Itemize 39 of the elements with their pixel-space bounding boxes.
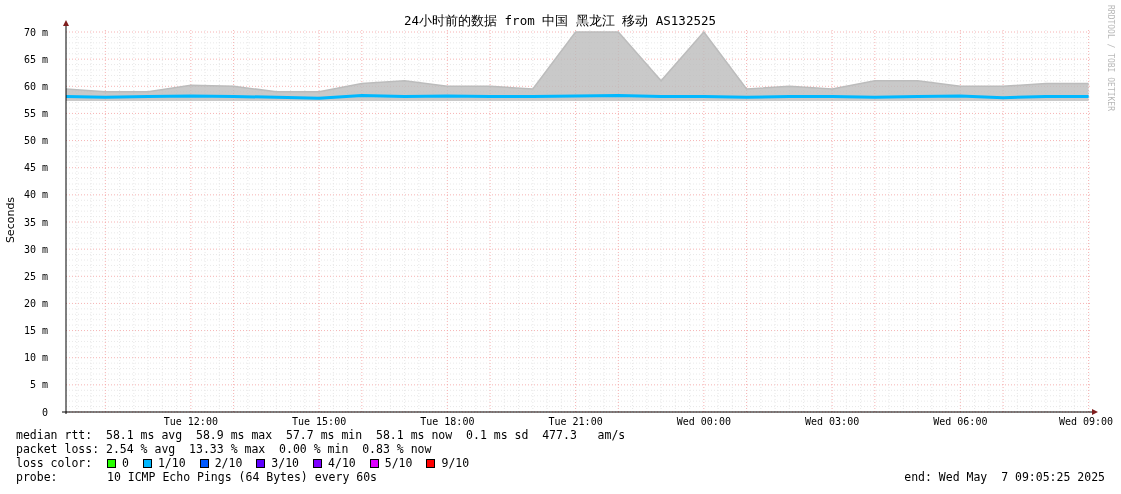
y-tick-label: 30 m [23, 243, 48, 255]
y-tick-label: 25 m [23, 270, 48, 282]
y-tick-label: 15 m [23, 325, 48, 337]
x-tick-label: Wed 06:00 [933, 416, 988, 427]
x-tick-label: Tue 12:00 [163, 416, 218, 427]
y-tick-label: 10 m [23, 352, 48, 364]
y-tick-label: 40 m [23, 189, 48, 201]
legend-entry: 1/10 [157, 456, 186, 470]
y-axis-label: Seconds [4, 196, 17, 244]
stats-line: median rtt: 58.1 ms avg 58.9 ms max 57.7 ms min 58.1 ms now 0.1 ms sd 477.3 am/s [16, 428, 626, 442]
x-tick-label: Tue 21:00 [548, 416, 603, 427]
y-tick-label: 65 m [23, 53, 48, 65]
legend-entry: 4/10 [328, 456, 356, 470]
y-tick-label: 35 m [23, 216, 48, 228]
stats-line: packet loss: 2.54 % avg 13.33 % max 0.00 % min 0.83 % now [16, 442, 432, 456]
watermark-text: RRDTOOL / TOBI OETIKER [1106, 5, 1115, 111]
end-time: end: Wed May 7 09:05:25 2025 [904, 470, 1105, 484]
y-tick-label: 60 m [23, 80, 48, 92]
x-tick-label: Wed 03:00 [805, 416, 860, 427]
legend-entry: 3/10 [271, 456, 300, 470]
legend-label: loss color: [16, 456, 94, 470]
y-tick-label: 0 [41, 406, 48, 418]
probe-description: 10 ICMP Echo Pings (64 Bytes) every 60s [107, 470, 378, 484]
y-tick-label: 70 m [23, 26, 48, 38]
x-tick-label: Wed 00:00 [676, 416, 731, 427]
y-tick-label: 20 m [23, 297, 48, 309]
legend-entry: 0 [122, 456, 129, 470]
x-tick-label: Tue 18:00 [420, 416, 475, 427]
y-tick-label: 5 m [29, 379, 48, 391]
x-tick-label: Wed 09:00 [1058, 416, 1114, 427]
probe-label: probe: [16, 470, 59, 484]
y-tick-label: 45 m [23, 162, 48, 174]
x-tick-label: Tue 15:00 [292, 416, 347, 427]
chart-title: 24小时前的数据 from 中国 黑龙江 移动 AS132525 [404, 13, 716, 28]
y-tick-label: 55 m [23, 107, 48, 119]
legend-entry: 9/10 [441, 456, 470, 470]
legend-entry: 5/10 [384, 456, 413, 470]
y-tick-label: 50 m [23, 135, 48, 147]
legend-entry: 2/10 [214, 456, 243, 470]
